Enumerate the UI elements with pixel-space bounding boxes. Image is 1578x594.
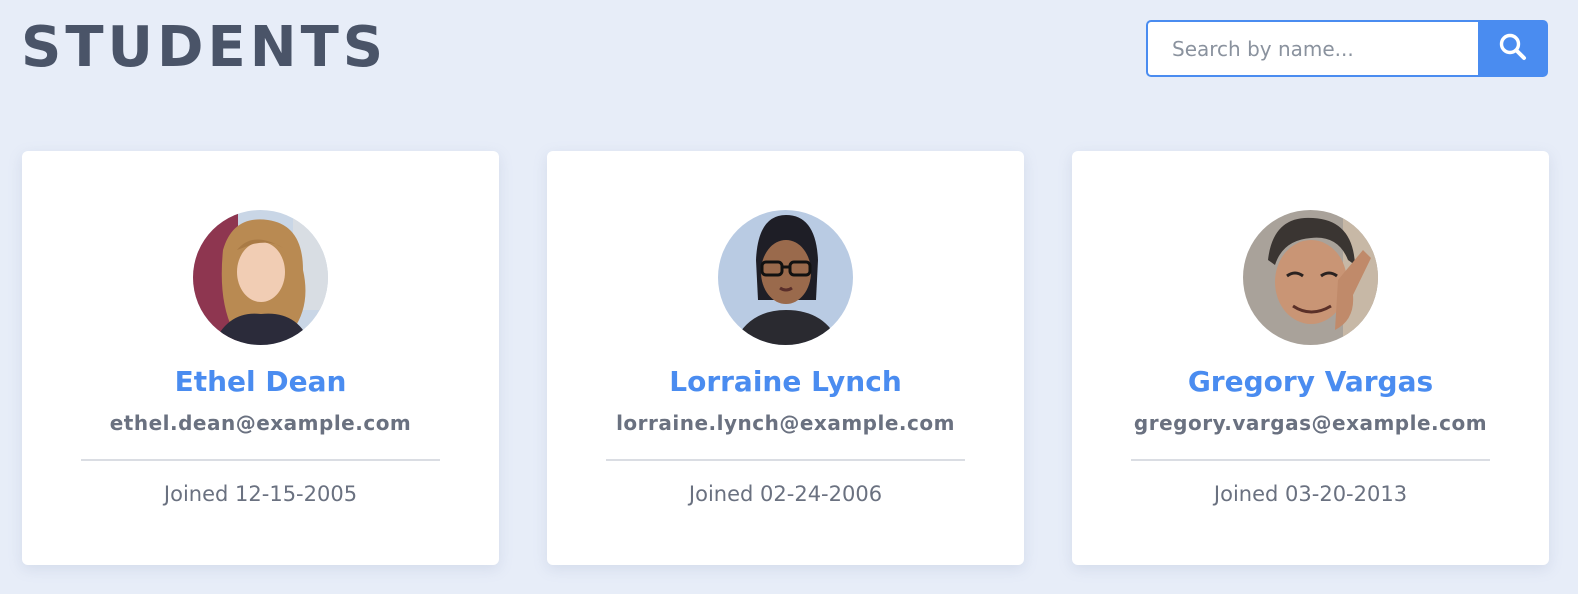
search-icon	[1498, 32, 1528, 65]
student-name[interactable]: Gregory Vargas	[1072, 365, 1549, 399]
student-email: lorraine.lynch@example.com	[616, 411, 955, 435]
student-card[interactable]: Lorraine Lynch lorraine.lynch@example.co…	[547, 151, 1024, 565]
joined-date: Joined 02-24-2006	[688, 482, 883, 506]
student-email: gregory.vargas@example.com	[1133, 411, 1488, 435]
avatar	[718, 210, 853, 345]
student-card-list: Ethel Dean ethel.dean@example.com Joined…	[22, 151, 1549, 565]
page-title: STUDENTS	[21, 15, 388, 80]
divider	[1131, 459, 1490, 461]
avatar-photo	[718, 210, 853, 345]
student-card[interactable]: Gregory Vargas gregory.vargas@example.co…	[1072, 151, 1549, 565]
avatar-photo	[1243, 210, 1378, 345]
avatar	[193, 210, 328, 345]
avatar	[1243, 210, 1378, 345]
search-input[interactable]	[1146, 20, 1478, 77]
search-bar	[1146, 20, 1548, 77]
student-name[interactable]: Ethel Dean	[22, 365, 499, 399]
student-name[interactable]: Lorraine Lynch	[547, 365, 1024, 399]
search-button[interactable]	[1478, 20, 1548, 77]
joined-date: Joined 12-15-2005	[163, 482, 358, 506]
avatar-photo	[193, 210, 328, 345]
divider	[606, 459, 965, 461]
student-card[interactable]: Ethel Dean ethel.dean@example.com Joined…	[22, 151, 499, 565]
student-email: ethel.dean@example.com	[109, 411, 412, 435]
joined-date: Joined 03-20-2013	[1213, 482, 1408, 506]
students-page: STUDENTS Search by name... Ethel Dean et…	[0, 0, 1578, 594]
divider	[81, 459, 440, 461]
